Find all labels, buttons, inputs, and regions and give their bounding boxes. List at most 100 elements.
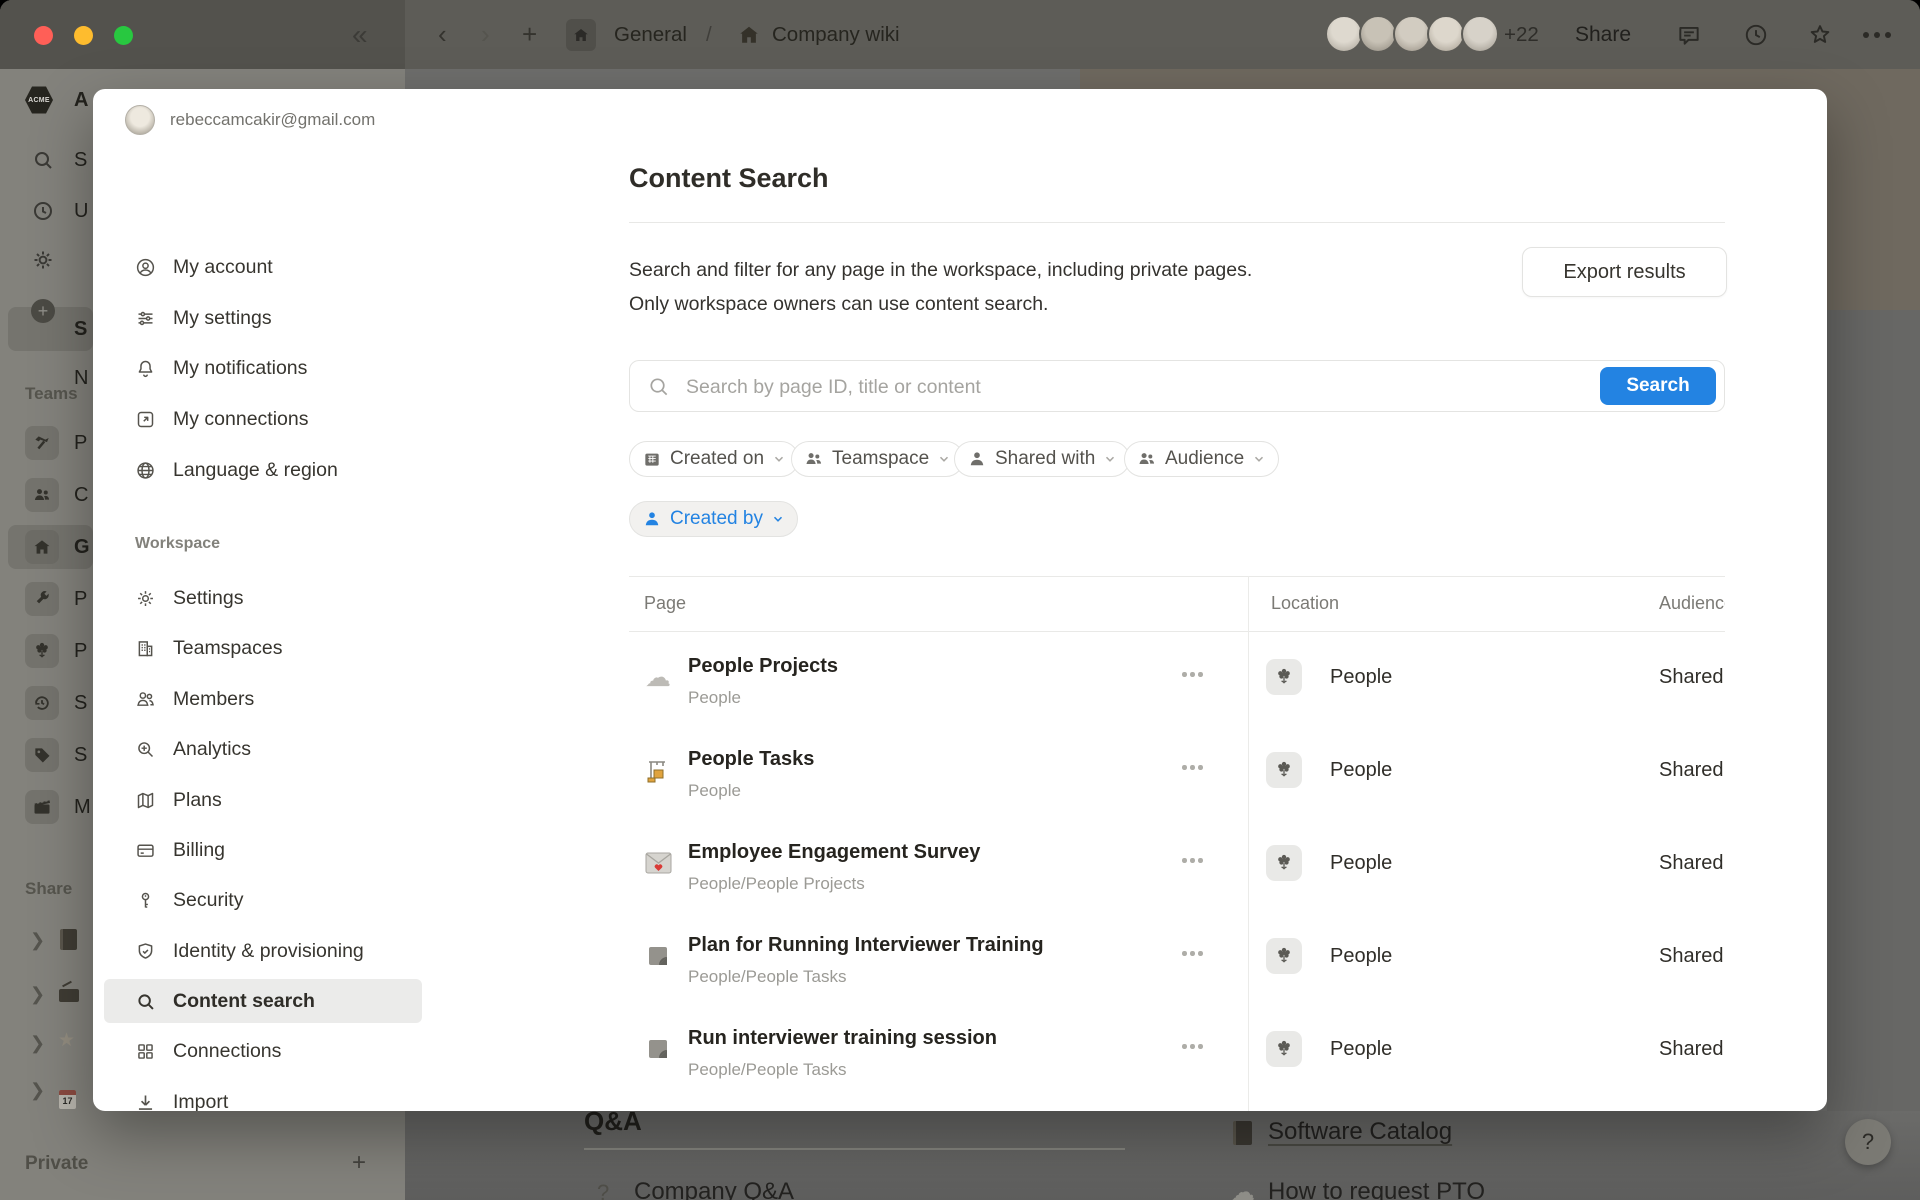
gear-icon[interactable]	[31, 248, 55, 272]
clock-icon[interactable]	[31, 199, 55, 223]
nav-item-identity-provisioning[interactable]: Identity & provisioning	[104, 929, 422, 973]
share-button[interactable]: Share	[1575, 0, 1631, 69]
wrench-icon[interactable]	[25, 582, 59, 616]
search-button[interactable]: Search	[1600, 367, 1716, 405]
help-button[interactable]: ?	[1845, 1119, 1891, 1165]
search-icon[interactable]	[31, 148, 55, 172]
nav-item-content-search[interactable]: Content search	[104, 979, 422, 1023]
history-icon[interactable]	[25, 686, 59, 720]
table-row[interactable]: Plan for Running Interviewer Training Pe…	[629, 910, 1725, 1003]
nav-item-import[interactable]: Import	[104, 1080, 422, 1111]
sidebar-item-updates-label[interactable]: U	[74, 194, 88, 228]
member-avatar[interactable]	[1461, 15, 1499, 53]
breadcrumb-page[interactable]: Company wiki	[772, 0, 900, 69]
sidebar-item-search-label[interactable]: S	[74, 143, 87, 177]
sidebar-item-settings-label[interactable]: S	[74, 312, 87, 346]
nav-item-plans[interactable]: Plans	[104, 778, 422, 822]
sidebar-collapse-icon[interactable]: «	[352, 0, 368, 69]
page-title-cell[interactable]: Employee Engagement Survey	[688, 838, 980, 866]
zoom-button[interactable]	[114, 26, 133, 45]
history-clock-icon[interactable]	[1743, 22, 1769, 48]
notebook-emoji[interactable]	[60, 929, 77, 950]
row-more-options-icon[interactable]	[1182, 765, 1203, 770]
flower-icon[interactable]	[25, 634, 59, 668]
member-avatar[interactable]	[1325, 15, 1363, 53]
page-title-cell[interactable]: People Projects	[688, 652, 838, 680]
people-icon[interactable]	[25, 478, 59, 512]
company-qa-link[interactable]: Company Q&A	[634, 1178, 794, 1200]
row-more-options-icon[interactable]	[1182, 951, 1203, 956]
filter-audience[interactable]: Audience	[1124, 441, 1279, 477]
back-icon[interactable]: ‹	[438, 0, 447, 69]
nav-item-my-settings[interactable]: My settings	[104, 296, 422, 340]
home-icon[interactable]	[25, 530, 59, 564]
table-row[interactable]: Run interviewer training session People/…	[629, 1003, 1725, 1096]
page-background-right	[1827, 310, 1920, 1111]
team-item-label[interactable]: S	[74, 738, 87, 772]
page-title-cell[interactable]: Plan for Running Interviewer Training	[688, 931, 1044, 959]
more-options-icon[interactable]	[1862, 31, 1892, 39]
table-row[interactable]: ☁ People Projects People People Shared	[629, 631, 1725, 724]
page-title-cell[interactable]: Run interviewer training session	[688, 1024, 997, 1052]
nav-item-billing[interactable]: Billing	[104, 828, 422, 872]
nav-item-my-notifications[interactable]: My notifications	[104, 346, 422, 390]
favorite-star-icon[interactable]	[1807, 22, 1833, 48]
nav-item-my-account[interactable]: My account	[104, 245, 422, 289]
bell-icon	[135, 358, 156, 379]
breadcrumb-root[interactable]: General	[614, 0, 687, 69]
member-avatar[interactable]	[1427, 15, 1465, 53]
add-private-page-button[interactable]: +	[352, 1149, 366, 1177]
team-item-label[interactable]: M	[74, 790, 91, 824]
team-item-label[interactable]: G	[74, 530, 90, 564]
chevron-right-icon[interactable]: ❯	[30, 930, 45, 951]
nav-item-settings[interactable]: Settings	[104, 576, 422, 620]
new-tab-icon[interactable]: +	[522, 0, 537, 69]
nav-item-members[interactable]: Members	[104, 677, 422, 721]
software-catalog-link[interactable]: Software Catalog	[1268, 1118, 1452, 1146]
comments-icon[interactable]	[1676, 22, 1702, 48]
calendar-emoji[interactable]: 17	[59, 1090, 76, 1109]
members-overflow-count[interactable]: +22	[1504, 0, 1539, 69]
pto-link[interactable]: How to request PTO	[1268, 1178, 1485, 1200]
row-more-options-icon[interactable]	[1182, 1044, 1203, 1049]
member-avatar[interactable]	[1393, 15, 1431, 53]
film-icon[interactable]	[25, 790, 59, 824]
nav-item-connections[interactable]: Connections	[104, 1029, 422, 1073]
workspace-name[interactable]: A	[74, 83, 88, 117]
team-item-label[interactable]: P	[74, 582, 87, 616]
nav-item-teamspaces[interactable]: Teamspaces	[104, 626, 422, 670]
member-avatar[interactable]	[1359, 15, 1397, 53]
page-title-cell[interactable]: People Tasks	[688, 745, 814, 773]
filter-created-on[interactable]: Created on	[629, 441, 799, 477]
nav-item-security[interactable]: Security	[104, 878, 422, 922]
search-input[interactable]	[684, 361, 1588, 413]
hammer-icon[interactable]	[25, 426, 59, 460]
nav-item-analytics[interactable]: Analytics	[104, 727, 422, 771]
forward-icon[interactable]: ›	[481, 0, 490, 69]
chevron-right-icon[interactable]: ❯	[30, 1033, 45, 1054]
table-row[interactable]: Employee Engagement Survey People/People…	[629, 817, 1725, 910]
team-item-label[interactable]: P	[74, 634, 87, 668]
breadcrumb-separator: /	[706, 0, 712, 69]
chevron-right-icon[interactable]: ❯	[30, 1080, 45, 1101]
chevron-right-icon[interactable]: ❯	[30, 984, 45, 1005]
filter-created-by[interactable]: Created by	[629, 501, 798, 537]
row-more-options-icon[interactable]	[1182, 672, 1203, 677]
team-item-label[interactable]: S	[74, 686, 87, 720]
minimize-button[interactable]	[74, 26, 93, 45]
filter-teamspace[interactable]: Teamspace	[791, 441, 964, 477]
tag-icon[interactable]	[25, 738, 59, 772]
export-results-button[interactable]: Export results	[1522, 247, 1727, 297]
breadcrumb-home-icon[interactable]	[566, 19, 596, 51]
row-more-options-icon[interactable]	[1182, 858, 1203, 863]
plus-circle-icon[interactable]: +	[31, 299, 55, 323]
nav-item-my-connections[interactable]: My connections	[104, 397, 422, 441]
team-item-label[interactable]: C	[74, 478, 88, 512]
radio-emoji[interactable]	[59, 989, 79, 1002]
table-row[interactable]: People Tasks People People Shared	[629, 724, 1725, 817]
star-emoji[interactable]: ★	[58, 1029, 75, 1052]
filter-shared-with[interactable]: Shared with	[954, 441, 1130, 477]
team-item-label[interactable]: P	[74, 426, 87, 460]
nav-item-language-region[interactable]: Language & region	[104, 448, 422, 492]
close-button[interactable]	[34, 26, 53, 45]
